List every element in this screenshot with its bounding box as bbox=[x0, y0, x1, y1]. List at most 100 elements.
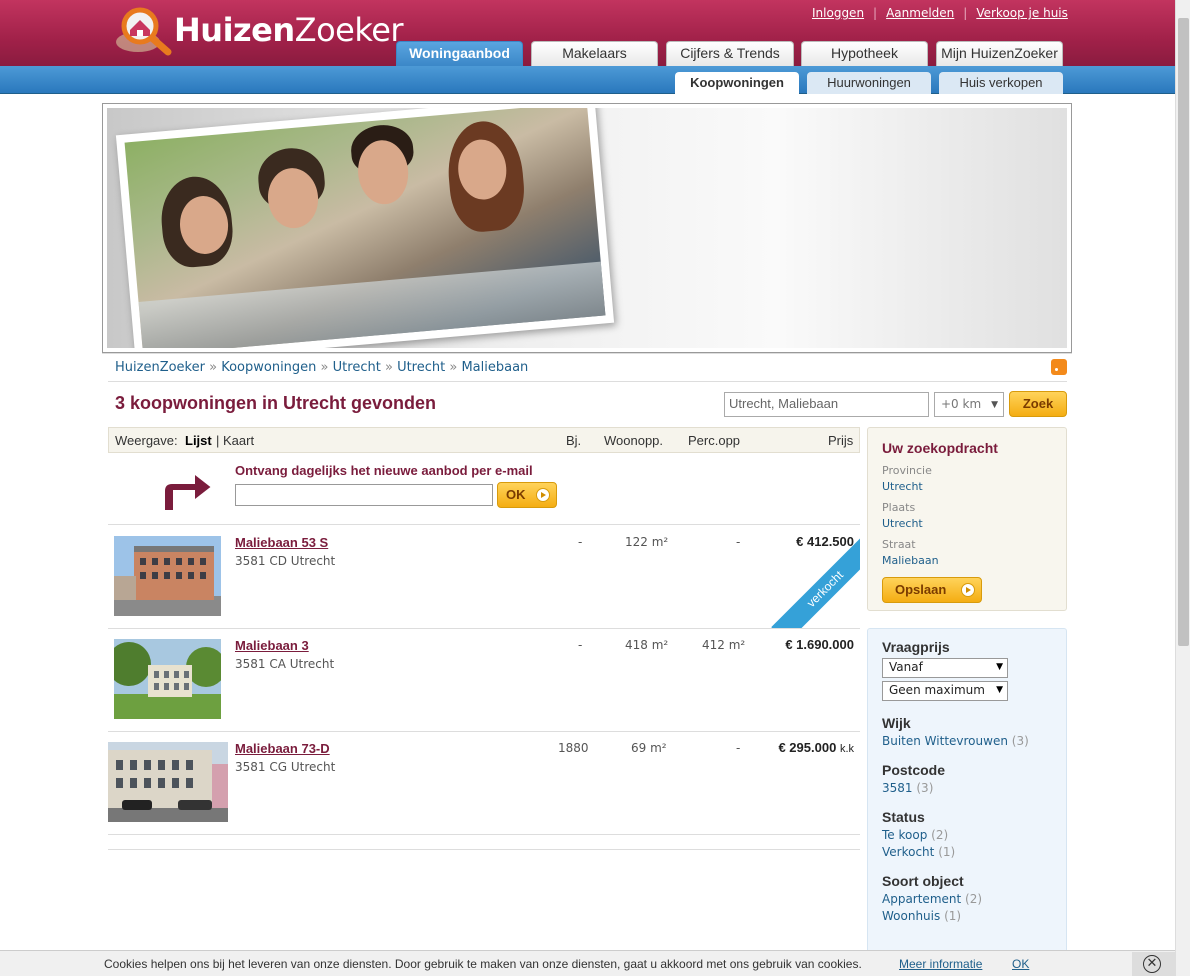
listing-row[interactable]: Maliebaan 73-D 3581 CG Utrecht 1880 69 m… bbox=[108, 732, 860, 835]
view-map-toggle[interactable]: Kaart bbox=[223, 433, 254, 448]
hero-banner bbox=[102, 103, 1072, 353]
column-year[interactable]: Bj. bbox=[566, 433, 581, 448]
filter-option-count: (3) bbox=[916, 781, 934, 795]
filter-heading: Vraagprijs bbox=[882, 639, 950, 655]
search-criteria-title: Uw zoekopdracht bbox=[882, 440, 998, 456]
play-icon bbox=[536, 488, 550, 502]
listing-price: € 1.690.000 bbox=[785, 637, 854, 652]
save-search-button[interactable]: Opslaan bbox=[882, 577, 982, 603]
view-label: Weergave: bbox=[115, 433, 178, 448]
filter-option-count: (1) bbox=[938, 845, 956, 859]
email-alert-row: Ontvang dagelijks het nieuwe aanbod per … bbox=[108, 453, 860, 525]
criteria-value[interactable]: Utrecht bbox=[882, 480, 923, 493]
filter-option-label[interactable]: Buiten Wittevrouwen bbox=[882, 734, 1008, 748]
page-title: 3 koopwoningen in Utrecht gevonden bbox=[115, 393, 437, 413]
price-to-select[interactable]: Geen maximum ▼ bbox=[882, 681, 1008, 701]
filter-option[interactable]: Te koop (2) bbox=[882, 828, 1052, 842]
listing-price: € 412.500 bbox=[796, 534, 854, 549]
filter-option[interactable]: Buiten Wittevrouwen (3) bbox=[882, 734, 1052, 748]
email-alert-text: Ontvang dagelijks het nieuwe aanbod per … bbox=[235, 463, 533, 478]
criteria-label: Provincie bbox=[882, 464, 932, 477]
listing-title[interactable]: Maliebaan 3 bbox=[235, 638, 309, 653]
listing-year: - bbox=[578, 638, 583, 652]
tab-hypotheek[interactable]: Hypotheek bbox=[801, 41, 928, 66]
filter-option-count: (1) bbox=[944, 909, 962, 923]
criteria-value[interactable]: Utrecht bbox=[882, 517, 923, 530]
search-button[interactable]: Zoek bbox=[1009, 391, 1067, 417]
cookie-ok-link[interactable]: OK bbox=[1012, 957, 1029, 971]
register-link[interactable]: Aanmelden bbox=[886, 6, 954, 20]
breadcrumb-item[interactable]: Utrecht bbox=[333, 360, 381, 375]
filter-option-label[interactable]: Appartement bbox=[882, 892, 961, 906]
filter-heading: Soort object bbox=[882, 873, 964, 889]
listing-title[interactable]: Maliebaan 73-D bbox=[235, 741, 330, 756]
tab-mijn-huizenzoeker[interactable]: Mijn HuizenZoeker bbox=[936, 41, 1063, 66]
breadcrumb-item[interactable]: Koopwoningen bbox=[221, 360, 316, 375]
rss-icon[interactable] bbox=[1051, 359, 1067, 375]
tab-makelaars[interactable]: Makelaars bbox=[531, 41, 658, 66]
scrollbar-thumb[interactable] bbox=[1178, 18, 1189, 646]
cookie-more-info-link[interactable]: Meer informatie bbox=[899, 957, 982, 971]
price-from-select[interactable]: Vanaf ▼ bbox=[882, 658, 1008, 678]
email-ok-button[interactable]: OK bbox=[497, 482, 557, 508]
breadcrumb-separator: » bbox=[209, 360, 218, 375]
filter-option-count: (2) bbox=[965, 892, 983, 906]
column-price[interactable]: Prijs bbox=[828, 433, 853, 448]
filter-option[interactable]: Woonhuis (1) bbox=[882, 909, 1052, 923]
select-value: Geen maximum bbox=[889, 683, 985, 697]
column-living-area[interactable]: Woonopp. bbox=[604, 433, 663, 448]
criteria-label: Plaats bbox=[882, 501, 916, 514]
listing-year: 1880 bbox=[558, 741, 589, 755]
email-field[interactable] bbox=[235, 484, 493, 506]
save-label: Opslaan bbox=[895, 582, 947, 597]
filter-option-count: (2) bbox=[931, 828, 949, 842]
play-icon bbox=[961, 583, 975, 597]
filter-option-label[interactable]: Woonhuis bbox=[882, 909, 940, 923]
subtab-huurwoningen[interactable]: Huurwoningen bbox=[807, 72, 931, 94]
breadcrumb-separator: » bbox=[320, 360, 329, 375]
listing-photo[interactable] bbox=[108, 742, 228, 822]
breadcrumb-separator: » bbox=[449, 360, 458, 375]
tab-cijfers-trends[interactable]: Cijfers & Trends bbox=[666, 41, 794, 66]
criteria-value[interactable]: Maliebaan bbox=[882, 554, 939, 567]
listing-price: € 295.000 k.k bbox=[778, 740, 854, 755]
divider bbox=[102, 353, 1072, 354]
sell-house-link[interactable]: Verkoop je huis bbox=[976, 6, 1068, 20]
listing-address: 3581 CD Utrecht bbox=[235, 554, 336, 568]
site-logo[interactable]: HuizenZoeker bbox=[112, 4, 404, 56]
filter-option[interactable]: Verkocht (1) bbox=[882, 845, 1052, 859]
chevron-down-icon: ▼ bbox=[991, 400, 998, 410]
listing-living-area: 122 m² bbox=[625, 535, 669, 549]
filter-option-label[interactable]: 3581 bbox=[882, 781, 913, 795]
filter-option[interactable]: Appartement (2) bbox=[882, 892, 1052, 906]
breadcrumb-item[interactable]: Maliebaan bbox=[461, 360, 528, 375]
breadcrumb-item[interactable]: Utrecht bbox=[397, 360, 445, 375]
listing-title[interactable]: Maliebaan 53 S bbox=[235, 535, 328, 550]
column-plot-area[interactable]: Perc.opp bbox=[688, 433, 740, 448]
cookie-close-button[interactable]: ✕ bbox=[1132, 952, 1175, 976]
list-header: Weergave: Lijst | Kaart Bj. Woonopp. Per… bbox=[108, 427, 860, 453]
view-list-toggle[interactable]: Lijst bbox=[185, 433, 212, 448]
vertical-scrollbar[interactable] bbox=[1175, 0, 1190, 976]
criteria-label: Straat bbox=[882, 538, 916, 551]
login-link[interactable]: Inloggen bbox=[812, 6, 864, 20]
price-suffix: k.k bbox=[839, 743, 854, 755]
chevron-down-icon: ▼ bbox=[996, 662, 1003, 672]
listing-living-area: 69 m² bbox=[631, 741, 667, 755]
filter-option-label[interactable]: Verkocht bbox=[882, 845, 934, 859]
price-value: € 1.690.000 bbox=[785, 637, 854, 652]
radius-select[interactable]: +0 km ▼ bbox=[934, 392, 1004, 417]
subtab-huis-verkopen[interactable]: Huis verkopen bbox=[939, 72, 1063, 94]
listing-row[interactable]: Maliebaan 3 3581 CA Utrecht - 418 m² 412… bbox=[108, 629, 860, 732]
breadcrumb-item[interactable]: HuizenZoeker bbox=[115, 360, 205, 375]
location-search-input[interactable]: Utrecht, Maliebaan bbox=[724, 392, 929, 417]
filter-option-label[interactable]: Te koop bbox=[882, 828, 927, 842]
listing-row[interactable]: Maliebaan 53 S 3581 CD Utrecht - 122 m² … bbox=[108, 526, 860, 629]
filter-option[interactable]: 3581 (3) bbox=[882, 781, 1052, 795]
subtab-koopwoningen[interactable]: Koopwoningen bbox=[675, 72, 799, 94]
separator: | bbox=[873, 6, 878, 20]
tab-woningaanbod[interactable]: Woningaanbod bbox=[396, 41, 523, 66]
top-links: Inloggen | Aanmelden | Verkoop je huis bbox=[812, 6, 1068, 20]
listing-photo[interactable] bbox=[114, 536, 221, 616]
listing-photo[interactable] bbox=[108, 639, 226, 719]
